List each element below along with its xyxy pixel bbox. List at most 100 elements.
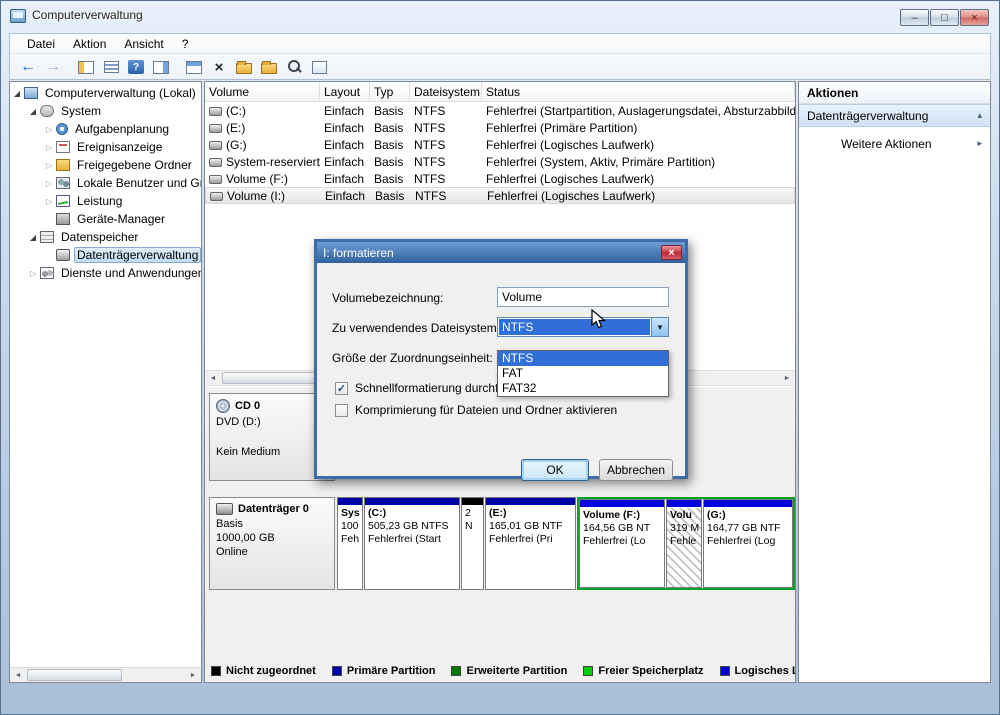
menu-aktion[interactable]: Aktion: [64, 35, 115, 53]
tree-horizontal-scrollbar[interactable]: ◄ ►: [10, 667, 201, 682]
window-title: Computerverwaltung: [32, 8, 143, 22]
menu-bar: Datei Aktion Ansicht ?: [10, 34, 990, 54]
computer-management-window: Computerverwaltung – □ × Datei Aktion An…: [0, 0, 1000, 715]
disk0-box[interactable]: Datenträger 0 Basis 1000,00 GB Online: [209, 497, 335, 590]
column-header-layout[interactable]: Layout: [320, 82, 370, 101]
column-header-volume[interactable]: Volume: [205, 82, 320, 101]
table-row[interactable]: System-reserviert Einfach Basis NTFS Feh…: [205, 153, 795, 170]
tree-item-dienste[interactable]: ▷ Dienste und Anwendungen: [10, 264, 201, 282]
actions-weitere-aktionen[interactable]: Weitere Aktionen ▸: [799, 133, 990, 154]
legend-color-swatch: [719, 666, 730, 676]
partition-c[interactable]: (C:) 505,23 GB NTFS Fehlerfrei (Start: [364, 497, 460, 590]
expanded-icon[interactable]: ◢: [12, 89, 22, 98]
collapsed-icon[interactable]: ▷: [44, 179, 54, 188]
tree-item-system[interactable]: ◢ System: [10, 102, 201, 120]
combobox-dropdown-button[interactable]: ▼: [651, 318, 668, 336]
collapsed-icon[interactable]: ▷: [44, 143, 54, 152]
partition-unallocated[interactable]: 2 N: [461, 497, 484, 590]
close-button[interactable]: ×: [960, 9, 989, 26]
menu-help[interactable]: ?: [173, 35, 198, 53]
filesystem-combobox[interactable]: NTFS ▼: [497, 317, 669, 337]
tree-item-datentraegerverwaltung[interactable]: Datenträgerverwaltung: [10, 246, 201, 264]
forward-icon: →: [45, 58, 61, 75]
show-hide-tree-button[interactable]: [74, 56, 98, 79]
partition-f[interactable]: Volume (F:) 164,56 GB NT Fehlerfrei (Lo: [579, 499, 665, 588]
tree-item-computerverwaltung[interactable]: ◢ Computerverwaltung (Lokal): [10, 84, 201, 102]
properties-button[interactable]: [232, 56, 256, 79]
scroll-thumb[interactable]: [27, 669, 122, 681]
scroll-left-arrow[interactable]: ◄: [10, 668, 26, 682]
export-list-button[interactable]: [99, 56, 123, 79]
volume-icon: [209, 174, 222, 184]
cd-status: Kein Medium: [216, 446, 281, 458]
tree-item-datenspeicher[interactable]: ◢ Datenspeicher: [10, 228, 201, 246]
maximize-button[interactable]: □: [930, 9, 959, 26]
cd-name: CD 0: [235, 400, 261, 412]
table-row[interactable]: Volume (F:) Einfach Basis NTFS Fehlerfre…: [205, 170, 795, 187]
tree-item-geraete-manager[interactable]: Geräte-Manager: [10, 210, 201, 228]
dialog-close-button[interactable]: ×: [661, 245, 682, 260]
actions-section-datentraegerverwaltung[interactable]: Datenträgerverwaltung ▴: [799, 104, 990, 127]
table-row-selected[interactable]: Volume (I:) Einfach Basis NTFS Fehlerfre…: [205, 187, 795, 204]
table-row[interactable]: (G:) Einfach Basis NTFS Fehlerfrei (Logi…: [205, 136, 795, 153]
refresh-button[interactable]: [182, 56, 206, 79]
tree-item-freigegebene-ordner[interactable]: ▷ Freigegebene Ordner: [10, 156, 201, 174]
partition-e[interactable]: (E:) 165,01 GB NTF Fehlerfrei (Pri: [485, 497, 576, 590]
show-hide-actionpane-button[interactable]: [149, 56, 173, 79]
hard-disk-icon: [216, 503, 233, 515]
compression-checkbox-row[interactable]: Komprimierung für Dateien und Ordner akt…: [335, 403, 617, 417]
column-header-dateisystem[interactable]: Dateisystem: [410, 82, 482, 101]
tree-item-lokale-benutzer[interactable]: ▷ Lokale Benutzer und Gruppen: [10, 174, 201, 192]
column-header-status[interactable]: Status: [482, 82, 795, 101]
properties-folder-icon: [236, 61, 252, 74]
minimize-button[interactable]: –: [900, 9, 929, 26]
find-button[interactable]: [282, 56, 306, 79]
chevron-up-icon[interactable]: ▴: [977, 110, 982, 121]
dialog-title-bar[interactable]: I: formatieren ×: [317, 242, 685, 263]
help-button[interactable]: ?: [124, 56, 148, 79]
users-icon: [56, 177, 70, 189]
checkbox-checked-icon[interactable]: ✓: [335, 381, 348, 395]
collapsed-icon[interactable]: ▷: [28, 269, 38, 278]
menu-toolbar-band: Datei Aktion Ansicht ? ← → ? ×: [9, 33, 991, 80]
partition-i-formatting[interactable]: Volu 319 M Fehle: [666, 499, 702, 588]
partition-g[interactable]: (G:) 164,77 GB NTF Fehlerfrei (Log: [703, 499, 793, 588]
forward-button[interactable]: →: [41, 56, 65, 79]
tree-item-ereignisanzeige[interactable]: ▷ Ereignisanzeige: [10, 138, 201, 156]
partition-system-reserved[interactable]: Sys 100 Feh: [337, 497, 363, 590]
checkbox-unchecked-icon[interactable]: [335, 403, 348, 417]
scroll-left-arrow[interactable]: ◄: [205, 371, 221, 385]
legend-primary: Primäre Partition: [331, 665, 435, 677]
tree-item-aufgabenplanung[interactable]: ▷ Aufgabenplanung: [10, 120, 201, 138]
services-icon: [40, 267, 54, 279]
column-header-typ[interactable]: Typ: [370, 82, 410, 101]
back-button[interactable]: ←: [16, 56, 40, 79]
expanded-icon[interactable]: ◢: [28, 233, 38, 242]
computer-icon: [24, 87, 38, 99]
collapsed-icon[interactable]: ▷: [44, 161, 54, 170]
volume-label-input[interactable]: [497, 287, 669, 307]
scroll-right-arrow[interactable]: ►: [779, 371, 795, 385]
dropdown-option-ntfs[interactable]: NTFS: [498, 351, 668, 366]
scroll-right-arrow[interactable]: ►: [185, 668, 201, 682]
ok-button[interactable]: OK: [521, 459, 589, 481]
menu-ansicht[interactable]: Ansicht: [115, 35, 172, 53]
collapsed-icon[interactable]: ▷: [44, 197, 54, 206]
title-bar[interactable]: Computerverwaltung – □ ×: [1, 1, 999, 31]
chevron-right-icon[interactable]: ▸: [977, 138, 982, 149]
report-button[interactable]: [307, 56, 331, 79]
disk-management-icon: [56, 249, 70, 261]
partition-color-strip: [486, 498, 575, 505]
dropdown-option-fat[interactable]: FAT: [498, 366, 668, 381]
menu-datei[interactable]: Datei: [18, 35, 64, 53]
collapsed-icon[interactable]: ▷: [44, 125, 54, 134]
table-row[interactable]: (C:) Einfach Basis NTFS Fehlerfrei (Star…: [205, 102, 795, 119]
partition-color-strip: [338, 498, 362, 505]
expanded-icon[interactable]: ◢: [28, 107, 38, 116]
table-row[interactable]: (E:) Einfach Basis NTFS Fehlerfrei (Prim…: [205, 119, 795, 136]
tree-item-leistung[interactable]: ▷ Leistung: [10, 192, 201, 210]
open-button[interactable]: [257, 56, 281, 79]
delete-button[interactable]: ×: [207, 56, 231, 79]
dropdown-option-fat32[interactable]: FAT32: [498, 381, 668, 396]
cancel-button[interactable]: Abbrechen: [599, 459, 673, 481]
